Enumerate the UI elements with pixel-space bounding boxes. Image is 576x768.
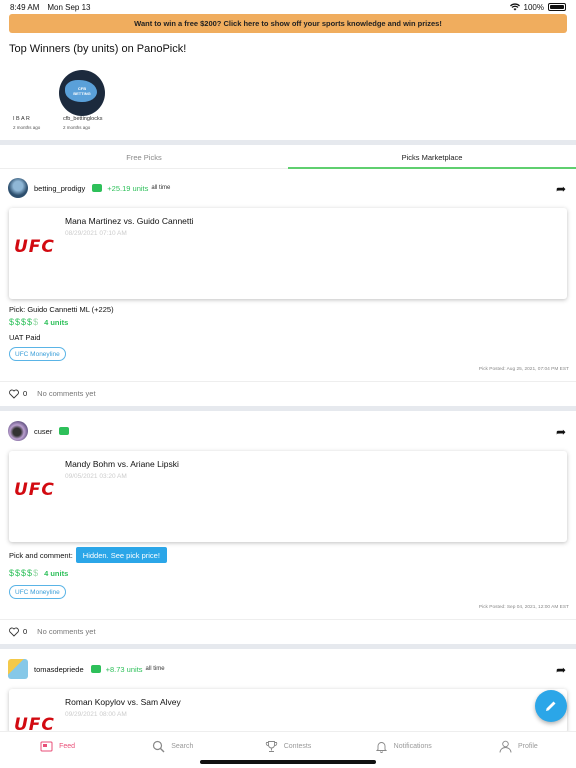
home-indicator[interactable] [200, 760, 376, 764]
dollar-sign: $ [21, 568, 27, 578]
match-date: 09/29/2021 08:00 AM [65, 711, 127, 718]
match-card[interactable]: UFC Mandy Bohm vs. Ariane Lipski 09/05/2… [9, 451, 567, 542]
like-count: 0 [23, 627, 28, 636]
match-card[interactable]: UFC Mana Martinez vs. Guido Cannetti 08/… [9, 208, 567, 299]
post-footer: 0 No comments yet [0, 381, 576, 405]
trophy-icon [265, 740, 277, 752]
username[interactable]: betting_prodigy [34, 184, 85, 193]
user-units: +8.73 units [105, 664, 143, 674]
ufc-logo: UFC [14, 480, 55, 500]
match-card[interactable]: UFC Roman Kopylov vs. Sam Alvey 09/29/20… [9, 689, 567, 735]
tab-free-picks[interactable]: Free Picks [0, 147, 288, 169]
price-indicator: $ $ $ $ $ 4 units [9, 568, 68, 578]
comments-link[interactable]: No comments yet [37, 389, 95, 398]
comments-link[interactable]: No comments yet [37, 627, 95, 636]
username[interactable]: tomasdepriede [34, 665, 84, 674]
divider [0, 406, 576, 411]
pick-label: Pick and comment: [9, 550, 73, 560]
tab-picks-marketplace[interactable]: Picks Marketplace [288, 147, 576, 169]
battery-percent: 100% [523, 2, 544, 12]
category-tag[interactable]: UFC Moneyline [9, 585, 66, 599]
winner-time: 2 months ago [13, 125, 41, 130]
price-indicator: $ $ $ $ $ 4 units [9, 317, 68, 327]
nav-profile[interactable]: Profile [461, 732, 576, 768]
feed-tabs: Free Picks Picks Marketplace [0, 147, 576, 169]
match-title: Mana Martinez vs. Guido Cannetti [65, 216, 194, 226]
match-title: Mandy Bohm vs. Ariane Lipski [65, 459, 179, 469]
dollar-sign: $ [15, 568, 21, 578]
dollar-sign: $ [15, 317, 21, 327]
like-count: 0 [23, 389, 28, 398]
user-icon [499, 740, 512, 753]
bell-icon [375, 741, 387, 753]
pick-text: Pick: Guido Cannetti ML (+225) [9, 305, 114, 314]
match-title: Roman Kopylov vs. Sam Alvey [65, 697, 181, 707]
dollar-sign: $ [33, 317, 39, 327]
share-icon[interactable]: ➦ [556, 182, 566, 196]
user-units: +25.19 units [107, 183, 149, 193]
winner-avatar: CFB BETTING [59, 70, 105, 116]
share-icon[interactable]: ➦ [556, 663, 566, 677]
match-date: 09/05/2021 03:20 AM [65, 473, 127, 480]
posted-time: Pick Posted: Sep 04, 2021, 12:00 AM EST [478, 605, 569, 610]
units-label: 4 units [44, 317, 69, 327]
nav-label: Feed [59, 742, 76, 750]
pencil-icon [546, 701, 556, 711]
winner-name: cfb_bettinglocks [63, 116, 103, 122]
ufc-logo: UFC [14, 237, 55, 257]
see-pick-price-button[interactable]: Hidden. See pick price! [75, 547, 167, 563]
nav-label: Profile [517, 742, 538, 750]
match-date: 08/29/2021 07:10 AM [65, 230, 127, 237]
dollar-sign: $ [33, 568, 39, 578]
winners-title: Top Winners (by units) on PanoPick! [9, 43, 187, 55]
alltime-label: all time [145, 666, 165, 672]
post-header: tomasdepriede +8.73 units all time ➦ [0, 656, 576, 682]
winner-name: I B A R [13, 116, 30, 122]
nav-label: Contests [283, 742, 312, 750]
post-header: cuser ➦ [0, 418, 576, 444]
store-icon [90, 665, 101, 673]
avatar[interactable] [8, 178, 28, 198]
pick-line: Pick and comment: Hidden. See pick price… [9, 547, 167, 563]
store-icon [59, 427, 70, 435]
nav-label: Search [171, 742, 194, 750]
search-icon [153, 740, 165, 752]
feed-icon [40, 741, 53, 751]
heart-icon[interactable] [9, 627, 19, 637]
avatar[interactable] [8, 421, 28, 441]
promo-banner[interactable]: Want to win a free $200? Click here to s… [9, 14, 567, 33]
post-header: betting_prodigy +25.19 units all time ➦ [0, 175, 576, 201]
status-time: 8:49 AM [10, 2, 40, 12]
store-icon [92, 184, 103, 192]
posted-time: Pick Posted: Aug 25, 2021, 07:04 PM EST [478, 367, 569, 372]
nav-feed[interactable]: Feed [0, 732, 115, 768]
category-tag[interactable]: UFC Moneyline [9, 347, 66, 361]
dollar-sign: $ [27, 317, 33, 327]
dollar-sign: $ [27, 568, 33, 578]
username[interactable]: cuser [34, 427, 52, 436]
dollar-sign: $ [9, 568, 15, 578]
battery-icon [548, 3, 566, 11]
avatar-text: CFB BETTING [73, 86, 91, 96]
units-label: 4 units [44, 568, 69, 578]
new-pick-button[interactable] [535, 690, 567, 722]
avatar[interactable] [8, 659, 28, 679]
post-footer: 0 No comments yet [0, 619, 576, 643]
share-icon[interactable]: ➦ [556, 425, 566, 439]
winner-time: 2 months ago [63, 125, 91, 130]
status-date: Mon Sep 13 [47, 2, 91, 12]
divider [0, 140, 576, 145]
heart-icon[interactable] [9, 389, 19, 399]
dollar-sign: $ [9, 317, 15, 327]
wifi-icon [509, 3, 520, 11]
paid-text: UAT Paid [9, 333, 41, 342]
nav-label: Notifications [393, 742, 432, 750]
alltime-label: all time [151, 185, 171, 191]
status-bar: 8:49 AM Mon Sep 13 100% [0, 0, 576, 14]
divider [0, 644, 576, 649]
dollar-sign: $ [21, 317, 27, 327]
